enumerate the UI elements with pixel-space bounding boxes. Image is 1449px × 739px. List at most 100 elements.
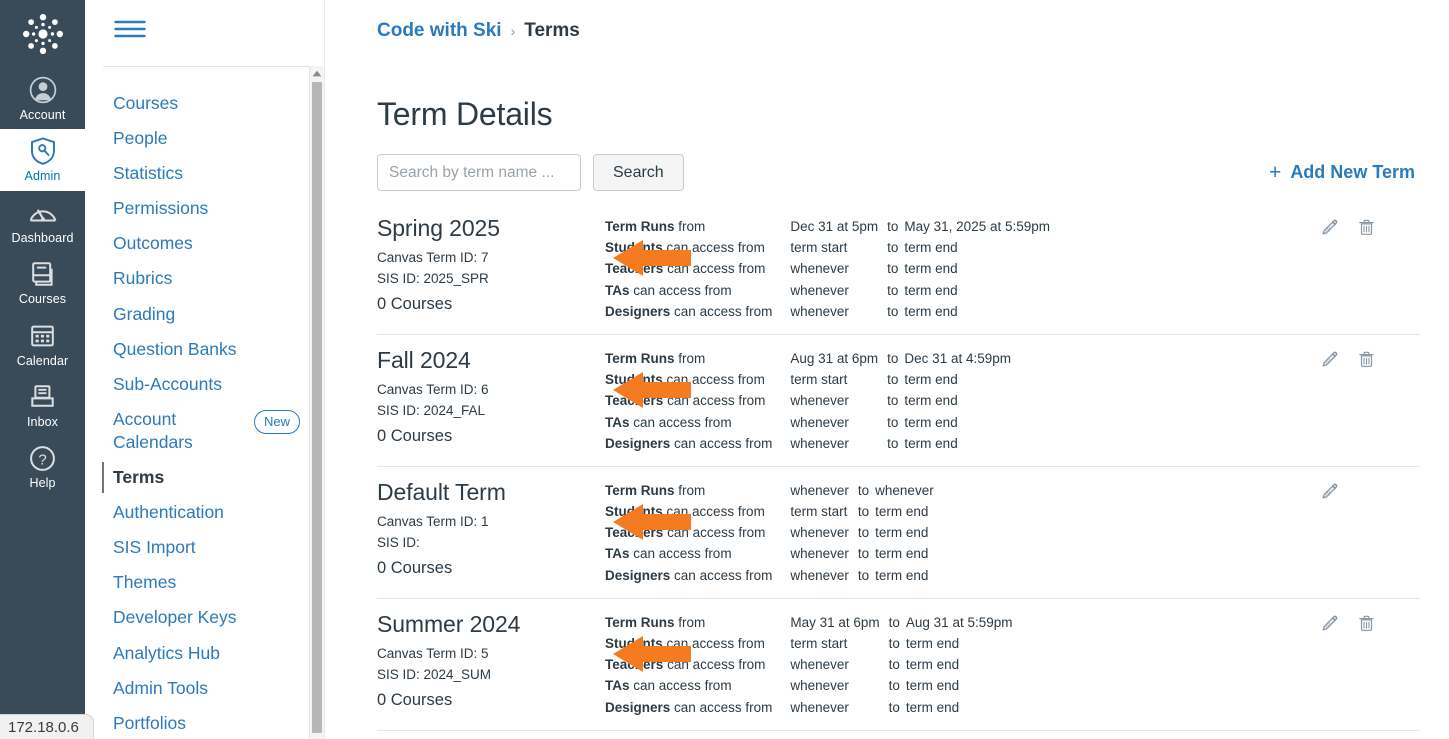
- trash-delete-icon[interactable]: [1357, 350, 1376, 369]
- sidebar-item-terms[interactable]: Terms: [85, 460, 324, 495]
- pencil-edit-icon[interactable]: [1320, 218, 1339, 237]
- sidebar-item-grading[interactable]: Grading: [85, 297, 324, 332]
- role-name: TAs: [605, 546, 630, 562]
- sidebar-item-question-banks[interactable]: Question Banks: [85, 332, 324, 367]
- global-nav-item-help[interactable]: ? Help: [0, 436, 85, 497]
- sidebar-item-authentication[interactable]: Authentication: [85, 495, 324, 530]
- sidebar-item-courses[interactable]: Courses: [85, 86, 324, 121]
- date-from: whenever: [790, 482, 849, 498]
- sis-id: SIS ID:: [377, 535, 420, 551]
- term-dates-table: Term Runs from Dec 31 at 5pm to May 31, 202…: [605, 216, 1050, 322]
- role-name: Term Runs: [605, 350, 675, 366]
- role-suffix: can access from: [633, 678, 732, 694]
- sidebar-item-permissions[interactable]: Permissions: [85, 191, 324, 226]
- pencil-edit-icon[interactable]: [1320, 614, 1339, 633]
- canvas-term-id: Canvas Term ID: 1: [377, 514, 489, 529]
- canvas-logo-icon[interactable]: [0, 0, 85, 68]
- global-nav-label: Admin: [24, 169, 61, 184]
- role-suffix: can access from: [674, 435, 773, 451]
- role-suffix: can access from: [666, 636, 765, 651]
- breadcrumb-root-link[interactable]: Code with Ski: [377, 20, 502, 42]
- term-row: Spring 2025 Canvas Term ID: 7 SIS ID: 2025…: [377, 209, 1420, 334]
- sis-id: SIS ID: 2024_FAL: [377, 403, 486, 419]
- role-label: Designers can access from: [605, 697, 790, 718]
- role-suffix: can access from: [674, 567, 773, 583]
- date-to: term end: [904, 435, 958, 451]
- sidebar-item-admin-tools[interactable]: Admin Tools: [85, 671, 324, 706]
- sidebar-item-outcomes[interactable]: Outcomes: [85, 226, 324, 261]
- sis-id: SIS ID: 2025_SPR: [377, 271, 489, 287]
- sidebar-item-label: Question Banks: [113, 338, 237, 359]
- sidebar-item-sub-accounts[interactable]: Sub-Accounts: [85, 367, 324, 402]
- role-name: Teachers: [605, 393, 664, 409]
- date-from: whenever: [790, 678, 849, 694]
- global-nav-item-account[interactable]: Account: [0, 68, 85, 129]
- add-new-term-label: Add New Term: [1290, 162, 1415, 182]
- role-name: TAs: [605, 414, 630, 430]
- page-title: Term Details: [377, 96, 553, 132]
- role-name: Students: [605, 504, 663, 520]
- date-to: term end: [905, 699, 960, 715]
- date-to-label: to: [887, 303, 899, 319]
- role-name: Term Runs: [605, 219, 675, 234]
- hamburger-menu-icon[interactable]: [113, 18, 147, 45]
- term-date-row: TAs can access from whenever to term end: [605, 280, 1050, 301]
- scroll-up-arrow-icon[interactable]: [310, 66, 324, 80]
- date-to-label: to: [887, 350, 899, 366]
- date-to: whenever: [875, 482, 934, 498]
- date-from: Aug 31 at 6pm: [790, 350, 879, 366]
- term-date-row: Teachers can access from whenever to term e…: [605, 258, 1050, 279]
- role-label: Students can access from: [605, 369, 790, 390]
- pencil-edit-icon[interactable]: [1320, 350, 1339, 369]
- date-to-label: to: [887, 372, 899, 388]
- global-nav-item-calendar[interactable]: Calendar: [0, 314, 85, 375]
- global-nav-item-dashboard[interactable]: Dashboard: [0, 191, 85, 252]
- canvas-term-id: Canvas Term ID: 6: [377, 382, 489, 398]
- canvas-term-id: Canvas Term ID: 5: [377, 645, 489, 661]
- context-nav-scrollbar[interactable]: [309, 66, 324, 739]
- pencil-edit-icon[interactable]: [1320, 482, 1339, 501]
- sidebar-item-label: Portfolios: [113, 712, 186, 733]
- date-from: whenever: [790, 261, 849, 277]
- term-summary: Summer 2024 Canvas Term ID: 5 SIS ID: 2024…: [377, 609, 605, 710]
- trash-delete-icon[interactable]: [1357, 218, 1376, 237]
- scrollbar-thumb[interactable]: [312, 82, 322, 733]
- sidebar-item-sis-import[interactable]: SIS Import: [85, 530, 324, 565]
- sidebar-item-label: People: [113, 128, 168, 149]
- sidebar-item-rubrics[interactable]: Rubrics: [85, 261, 324, 296]
- date-to: term end: [904, 414, 958, 430]
- trash-delete-icon[interactable]: [1357, 614, 1376, 633]
- term-actions: [1316, 609, 1420, 633]
- canvas-term-id: Canvas Term ID: 7: [377, 250, 489, 266]
- add-new-term-button[interactable]: + Add New Term: [1269, 162, 1420, 183]
- sidebar-item-people[interactable]: People: [85, 121, 324, 156]
- sidebar-item-label: Courses: [113, 93, 179, 113]
- role-name: TAs: [605, 282, 630, 298]
- global-nav-item-courses[interactable]: Courses: [0, 252, 85, 313]
- search-input[interactable]: [377, 154, 581, 191]
- sidebar-item-themes[interactable]: Themes: [85, 565, 324, 600]
- date-to: term end: [904, 282, 958, 298]
- date-from: whenever: [790, 657, 849, 673]
- term-dates-table: Term Runs from whenever to whenever Students…: [605, 480, 934, 586]
- search-button[interactable]: Search: [593, 154, 684, 191]
- sidebar-item-label: SIS Import: [113, 537, 196, 558]
- date-from: Dec 31 at 5pm: [790, 219, 879, 234]
- sidebar-item-label: Analytics Hub: [113, 642, 220, 663]
- sidebar-item-developer-keys[interactable]: Developer Keys: [85, 600, 324, 635]
- divider: [103, 66, 324, 67]
- sidebar-item-analytics-hub[interactable]: Analytics Hub: [85, 636, 324, 671]
- terms-list: Spring 2025 Canvas Term ID: 7 SIS ID: 2025…: [377, 209, 1420, 739]
- sidebar-item-portfolios[interactable]: Portfolios: [85, 706, 324, 739]
- date-from: whenever: [790, 393, 849, 409]
- date-from: term start: [790, 504, 848, 520]
- global-nav-item-inbox[interactable]: Inbox: [0, 375, 85, 436]
- breadcrumb: Code with Ski › Terms: [325, 0, 1449, 62]
- date-to: Aug 31 at 5:59pm: [905, 614, 1013, 630]
- global-navigation: Account Admin Dashboard Courses Calendar…: [0, 0, 85, 739]
- date-to: term end: [905, 657, 960, 673]
- sidebar-item-account-calendars[interactable]: Account Calendars New: [85, 402, 324, 460]
- role-label: Term Runs from: [605, 612, 790, 633]
- global-nav-item-admin[interactable]: Admin: [0, 129, 85, 191]
- sidebar-item-statistics[interactable]: Statistics: [85, 156, 324, 191]
